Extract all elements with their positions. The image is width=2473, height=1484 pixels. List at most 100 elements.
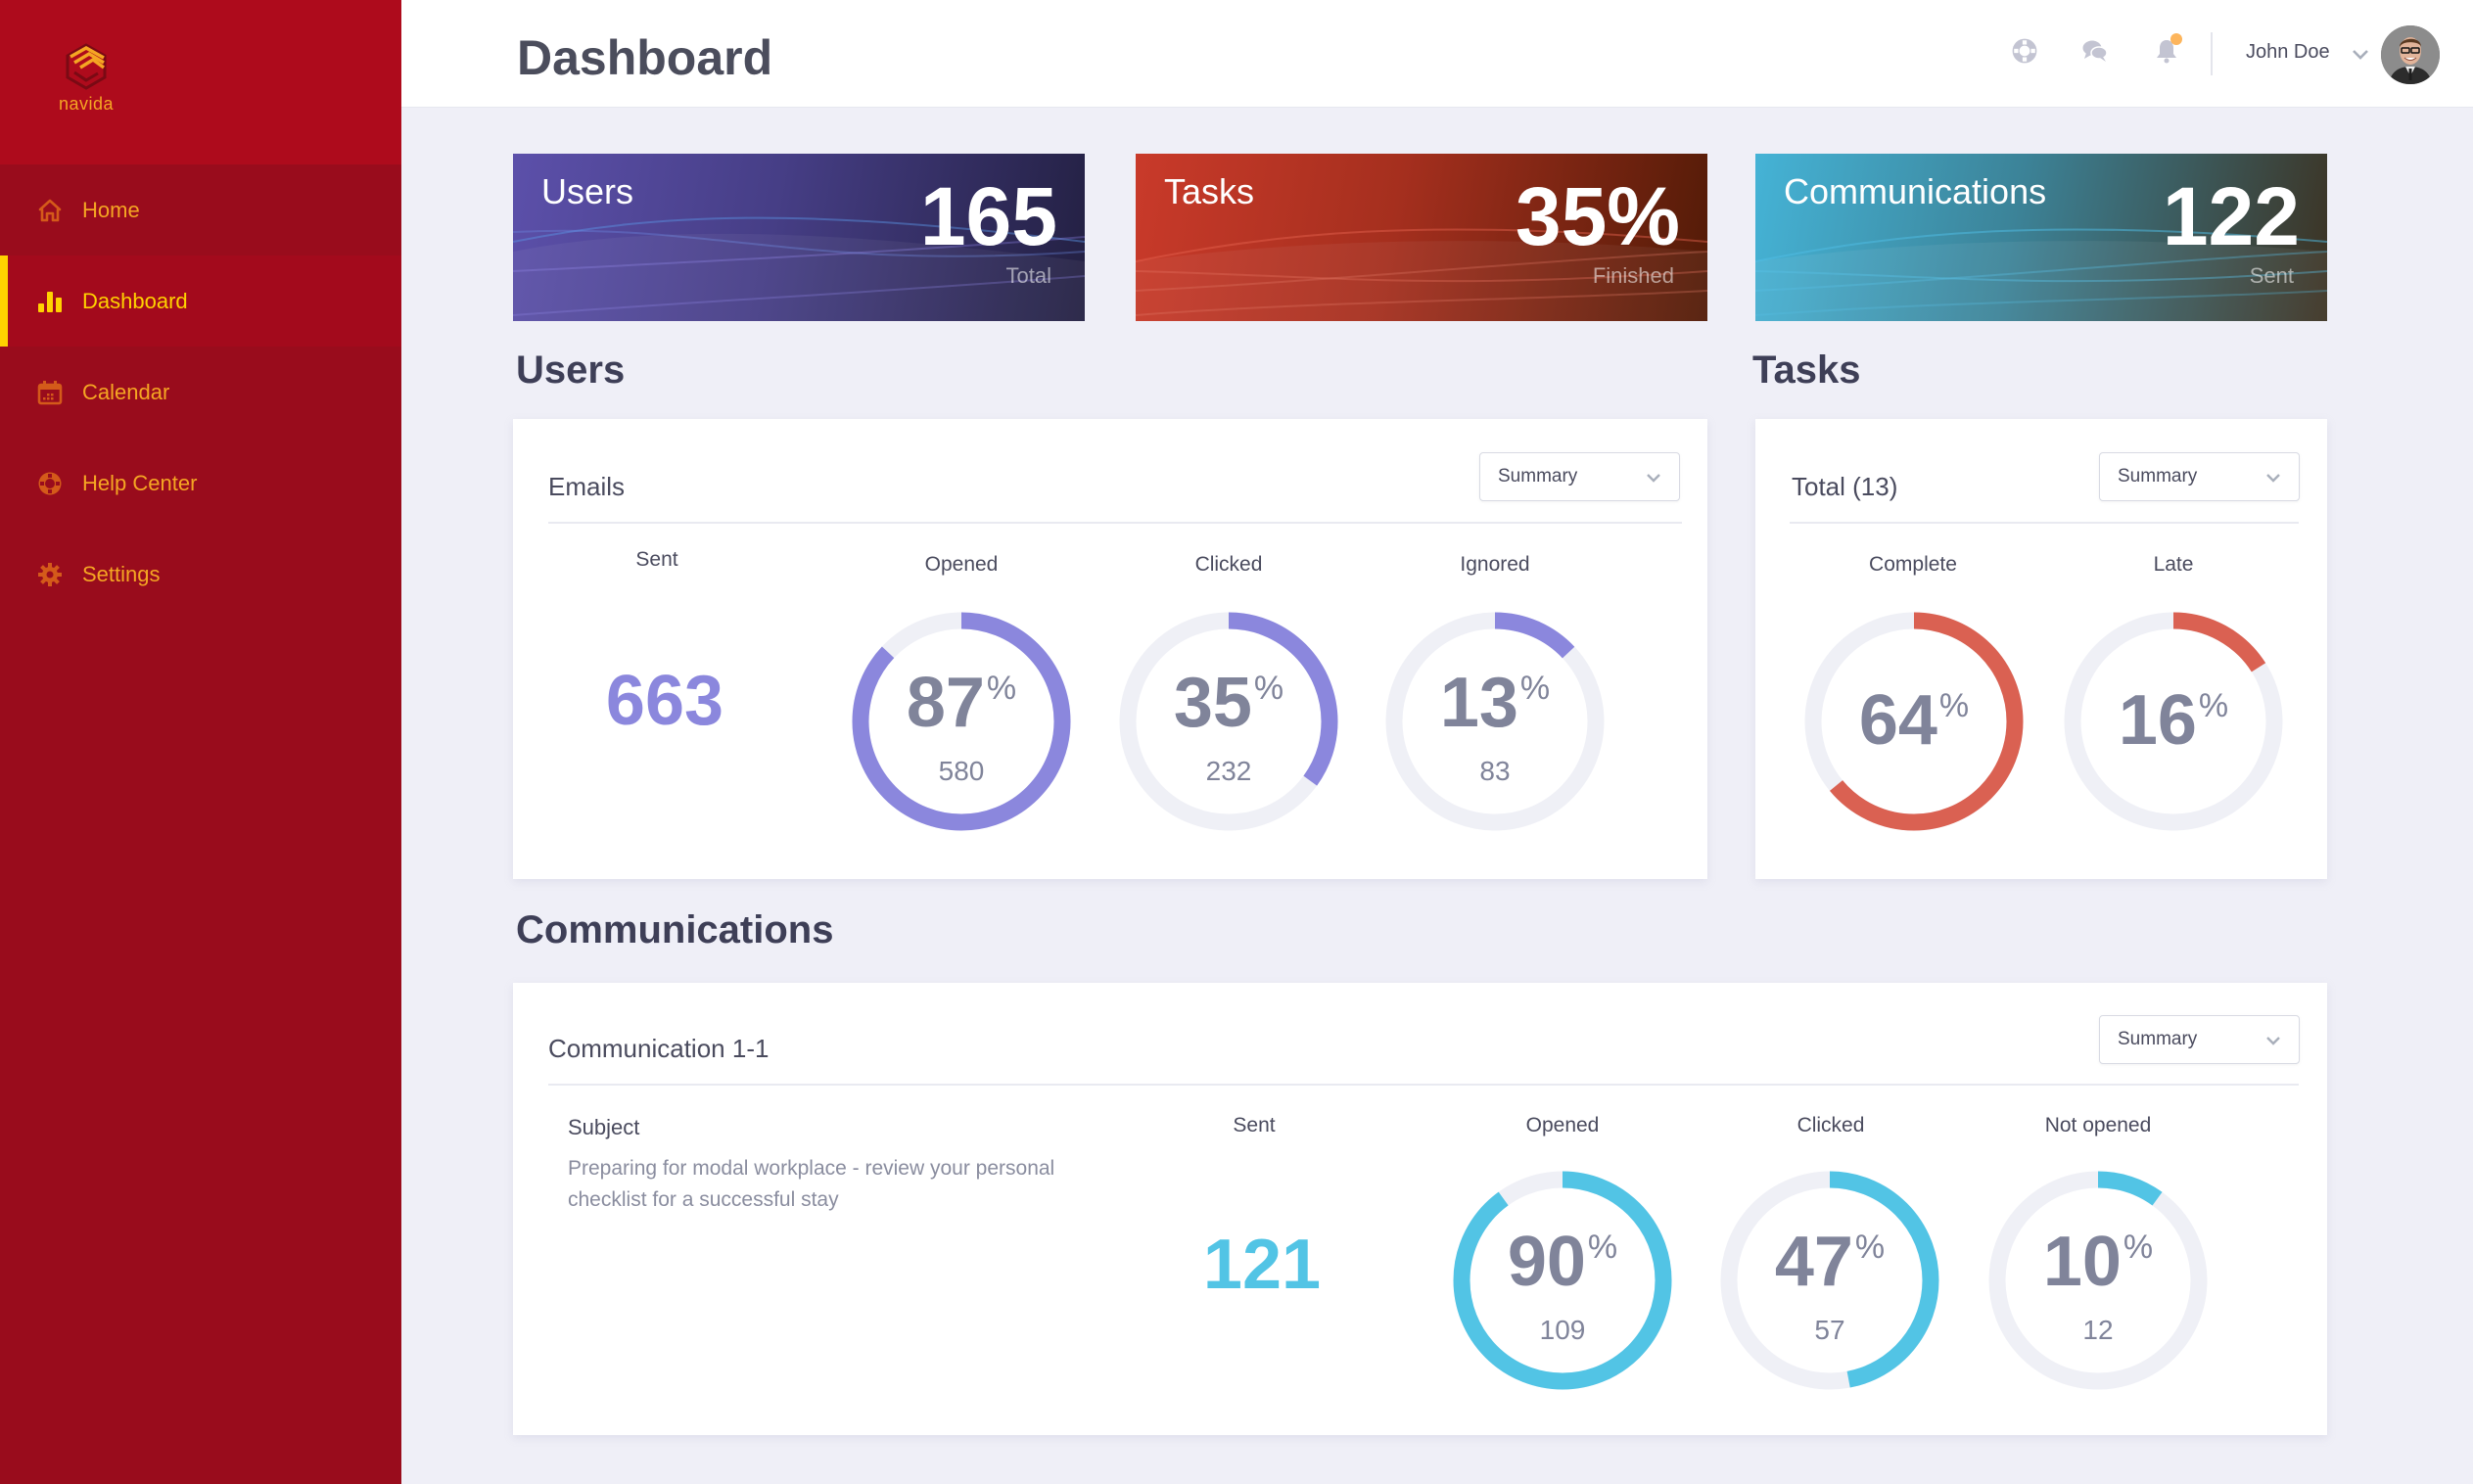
section-title-users: Users [516, 348, 626, 392]
percent-sign: % [1587, 1229, 1618, 1266]
stat-card-value: 122 [2162, 170, 2300, 262]
donut-emails-ignored: 13% 83 [1382, 609, 1608, 834]
stat-card-tasks[interactable]: Tasks 35% Finished [1136, 154, 1707, 321]
tasks-panel-title: Total (13) [1792, 472, 1898, 501]
section-title-communications: Communications [516, 908, 834, 951]
donut-percent-value: 35 [1173, 664, 1252, 742]
chat-icon [2082, 40, 2108, 62]
subject-label: Subject [568, 1115, 640, 1139]
chevron-down-icon [2266, 1037, 2280, 1045]
sidebar-item-help-center[interactable]: Help Center [0, 438, 401, 529]
donut-percent: 90% [1450, 1227, 1675, 1297]
stat-card-value: 165 [919, 170, 1057, 262]
communications-sent-value: 121 [1202, 1226, 1322, 1304]
notification-badge [2170, 33, 2182, 45]
donut-count: 57 [1814, 1315, 1845, 1345]
panel-divider [1790, 522, 2299, 524]
donut-percent: 13% [1382, 668, 1608, 738]
donut-percent-value: 64 [1858, 681, 1937, 760]
sidebar-item-home[interactable]: Home [0, 164, 401, 255]
donut-emails-opened: 87% 580 [849, 609, 1074, 834]
percent-sign: % [986, 670, 1017, 707]
donut-center: 10% 12 [1985, 1168, 2211, 1393]
donut-percent-value: 13 [1439, 664, 1518, 742]
communications-summary-select[interactable]: Summary [2099, 1015, 2300, 1064]
metric-label-late: Late [2153, 553, 2194, 576]
emails-panel-title: Emails [548, 472, 626, 501]
stat-card-title: Tasks [1164, 171, 1255, 211]
chevron-down-icon [2266, 474, 2280, 483]
help-button[interactable] [2009, 35, 2040, 67]
percent-sign: % [1854, 1229, 1886, 1266]
stat-card-value: 35% [1515, 170, 1680, 262]
sidebar-nav: Home Dashboard Calendar Help Center Sett… [0, 164, 401, 620]
hexagon-logo-icon [66, 43, 107, 90]
communications-panel-title: Communication 1-1 [548, 1034, 770, 1063]
bar-chart-icon [37, 289, 63, 314]
emails-summary-select[interactable]: Summary [1479, 452, 1680, 501]
donut-comms-opened: 90% 109 [1450, 1168, 1675, 1393]
donut-comms-clicked: 47% 57 [1717, 1168, 1942, 1393]
percent-sign: % [1519, 670, 1551, 707]
donut-count: 232 [1205, 756, 1252, 786]
user-name[interactable]: John Doe [2246, 41, 2330, 64]
donut-center: 64% [1801, 609, 2027, 834]
metric-label-sent: Sent [635, 548, 678, 571]
chevron-down-icon[interactable] [2350, 43, 2371, 65]
metric-label-ignored: Ignored [1460, 553, 1530, 576]
percent-sign: % [1253, 670, 1284, 707]
user-photo-icon [2381, 25, 2440, 84]
sidebar-item-label: Settings [82, 561, 161, 586]
lifebuoy-icon [2012, 38, 2037, 64]
sidebar-item-label: Dashboard [82, 288, 188, 313]
avatar[interactable] [2381, 25, 2440, 84]
donut-count: 83 [1479, 756, 1511, 786]
brand-name: navida [58, 94, 115, 114]
subject-text: Preparing for modal workplace - review y… [568, 1157, 1055, 1211]
section-title-tasks: Tasks [1752, 348, 1861, 392]
donut-count: 580 [938, 756, 985, 786]
donut-tasks-complete: 64% [1801, 609, 2027, 834]
emails-sent-value: 663 [605, 662, 724, 740]
stat-card-communications[interactable]: Communications 122 Sent [1755, 154, 2327, 321]
donut-percent-value: 87 [906, 664, 985, 742]
donut-center: 16% [2061, 609, 2286, 834]
donut-center: 90% 109 [1450, 1168, 1675, 1393]
sidebar-item-label: Help Center [82, 470, 198, 495]
panel-divider [548, 522, 1682, 524]
sidebar-item-calendar[interactable]: Calendar [0, 347, 401, 438]
donut-percent: 35% [1116, 668, 1341, 738]
tasks-summary-select[interactable]: Summary [2099, 452, 2300, 501]
select-value: Summary [2118, 466, 2198, 487]
chevron-down-icon [1647, 474, 1660, 483]
donut-percent: 47% [1717, 1227, 1942, 1297]
gear-icon [37, 562, 63, 587]
metric-label-sent: Sent [1233, 1114, 1276, 1136]
stat-card-title: Users [541, 171, 634, 211]
sidebar: navida Home Dashboard Calendar Help Cent… [0, 0, 401, 1484]
metric-label-complete: Complete [1869, 553, 1957, 576]
donut-percent-value: 47 [1774, 1223, 1853, 1301]
top-header: Dashboard John Doe [401, 0, 2473, 108]
donut-count: 109 [1539, 1315, 1586, 1345]
metric-label-opened: Opened [1525, 1114, 1600, 1136]
sidebar-item-dashboard[interactable]: Dashboard [0, 255, 401, 347]
donut-percent-value: 10 [2042, 1223, 2122, 1301]
messages-button[interactable] [2079, 35, 2111, 67]
stat-card-users[interactable]: Users 165 Total [513, 154, 1085, 321]
donut-tasks-late: 16% [2061, 609, 2286, 834]
panel-divider [548, 1084, 2299, 1086]
metric-label-clicked: Clicked [1194, 553, 1263, 576]
sidebar-item-label: Home [82, 197, 140, 222]
metric-label-opened: Opened [924, 553, 999, 576]
sidebar-item-settings[interactable]: Settings [0, 529, 401, 620]
donut-percent-value: 90 [1507, 1223, 1586, 1301]
brand-logo[interactable]: navida [51, 43, 121, 121]
metric-label-not-opened: Not opened [2044, 1114, 2152, 1136]
home-icon [37, 198, 63, 223]
donut-count: 12 [2082, 1315, 2114, 1345]
header-divider [2211, 32, 2213, 75]
notifications-button[interactable] [2151, 33, 2182, 67]
percent-sign: % [1938, 687, 1970, 724]
select-value: Summary [1498, 466, 1578, 487]
